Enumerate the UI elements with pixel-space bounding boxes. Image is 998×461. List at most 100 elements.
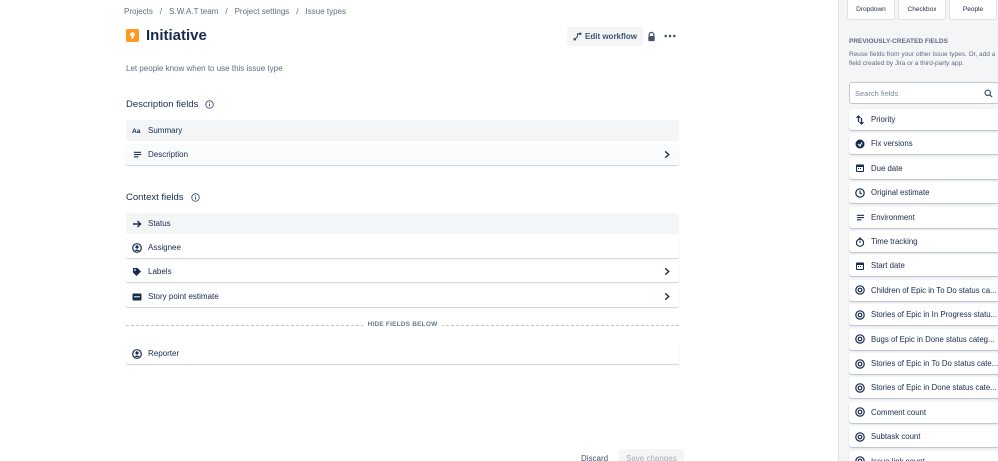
calendar-icon [855, 261, 865, 271]
sidebar-field-label: Priority [871, 115, 896, 124]
sidebar-field-item[interactable]: Comment count [849, 401, 998, 423]
sidebar-field-item[interactable]: Priority [849, 109, 998, 130]
chevron-right-icon [664, 267, 670, 276]
sidebar-field-item[interactable]: Start date [849, 255, 998, 277]
sidebar-field-label: Stories of Epic in Done status cate... [871, 383, 997, 393]
arrow-right-icon [132, 219, 142, 229]
initiative-icon [126, 29, 139, 42]
sidebar-field-item[interactable]: Original estimate [849, 182, 998, 204]
lock-icon [647, 31, 655, 41]
sidebar-field-item[interactable]: Fix versions [849, 133, 998, 155]
field-type-tiles: Dropdown Checkbox People [847, 0, 997, 20]
formula-icon [855, 383, 865, 393]
paragraph-icon [855, 212, 865, 222]
description-fields-heading: Description fields [126, 99, 215, 110]
sidebar-field-item[interactable]: Issue link count [849, 450, 998, 461]
save-changes-button[interactable]: Save changes [619, 449, 684, 461]
context-fields-heading: Context fields [126, 192, 200, 203]
sidebar-field-label: Bugs of Epic in Done status categ... [871, 334, 995, 344]
sidebar-field-label: Issue link count [871, 457, 998, 461]
chevron-right-icon [664, 150, 670, 159]
sidebar-field-label: Fix versions [871, 139, 913, 149]
field-row-assignee[interactable]: Assignee [126, 237, 679, 258]
discard-button[interactable]: Discard [574, 449, 615, 461]
breadcrumb-projects[interactable]: Projects [124, 7, 153, 16]
info-icon[interactable] [205, 100, 215, 109]
breadcrumb-separator: / [159, 7, 163, 16]
field-label: Description [148, 150, 189, 159]
breadcrumb-separator: / [225, 7, 228, 16]
formula-icon [855, 407, 865, 418]
field-type-dropdown[interactable]: Dropdown [847, 0, 895, 20]
breadcrumb: Projects / S.W.A.T team / Project settings / I… [124, 7, 346, 16]
stopwatch-icon [855, 237, 865, 247]
context-fields-title: Context fields [126, 192, 184, 203]
formula-icon [855, 285, 865, 296]
sidebar-field-item[interactable]: Bugs of Epic in Done status categ... [849, 328, 998, 350]
field-type-checkbox[interactable]: Checkbox [898, 0, 946, 20]
field-row-status[interactable]: Status [126, 213, 679, 234]
breadcrumb-issue-types[interactable]: Issue types [306, 7, 346, 16]
ship-icon [855, 139, 865, 149]
tag-icon [132, 267, 142, 277]
priority-icon [855, 114, 865, 125]
chevron-right-icon [664, 292, 670, 301]
sidebar-field-label: Environment [871, 212, 915, 222]
sidebar-field-label: Start date [871, 261, 905, 271]
edit-workflow-label: Edit workflow [585, 32, 637, 41]
svg-text:Aa: Aa [132, 128, 141, 135]
issue-type-description[interactable]: Let people know when to use this issue t… [126, 64, 283, 73]
sidebar-field-label: Due date [871, 163, 903, 173]
field-row-labels[interactable]: Labels [126, 261, 679, 282]
field-row-description[interactable]: Description [126, 144, 679, 165]
field-type-people[interactable]: People [949, 0, 997, 20]
sidebar-field-label: Original estimate [871, 188, 930, 198]
text-format-icon: Aa [132, 126, 142, 136]
field-row-summary[interactable]: Aa Summary [126, 120, 679, 141]
person-icon [132, 242, 142, 253]
sidebar-field-item[interactable]: Stories of Epic in To Do status cate... [849, 353, 998, 374]
number-icon [132, 292, 142, 302]
breadcrumb-settings[interactable]: Project settings [235, 7, 290, 16]
info-icon[interactable] [190, 193, 200, 202]
formula-icon [855, 431, 865, 442]
previous-fields-title: PREVIOUSLY-CREATED FIELDS [849, 38, 948, 45]
sidebar-field-item[interactable]: Stories of Epic in Done status cate... [849, 377, 998, 399]
workflow-icon [573, 32, 582, 41]
field-row-reporter[interactable]: Reporter [126, 343, 679, 364]
search-fields[interactable] [849, 82, 998, 104]
hide-fields-divider[interactable]: HIDE FIELDS BELOW [126, 321, 679, 331]
sidebar-field-item[interactable]: Due date [849, 157, 998, 179]
sidebar-field-label: Time tracking [871, 237, 918, 246]
more-icon [664, 34, 676, 38]
sidebar-field-item[interactable]: Time tracking [849, 231, 998, 252]
title-row: Initiative [126, 27, 207, 44]
sidebar-field-item[interactable]: Subtask count [849, 426, 998, 448]
field-label: Story point estimate [148, 292, 219, 301]
description-fields-title: Description fields [126, 99, 199, 110]
sidebar-field-label: Subtask count [871, 432, 921, 442]
formula-icon [855, 456, 865, 461]
breadcrumb-project[interactable]: S.W.A.T team [169, 7, 218, 16]
search-input[interactable] [855, 88, 975, 98]
sidebar-field-item[interactable]: Environment [849, 206, 998, 228]
search-icon [984, 89, 993, 98]
sidebar-field-item[interactable]: Stories of Epic in In Progress statu... [849, 304, 998, 326]
field-label: Assignee [148, 243, 181, 252]
more-actions-button[interactable] [662, 28, 678, 44]
calendar-icon [855, 163, 865, 173]
formula-icon [855, 358, 865, 369]
formula-icon [855, 309, 865, 320]
sidebar-field-label: Children of Epic in To Do status ca... [871, 285, 997, 295]
main-panel: Projects / S.W.A.T team / Project settings / I… [0, 0, 838, 461]
sidebar-field-item[interactable]: Children of Epic in To Do status ca... [849, 279, 998, 301]
field-row-story-points[interactable]: Story point estimate [126, 286, 679, 307]
field-label: Reporter [148, 349, 180, 358]
lock-button[interactable] [643, 28, 659, 44]
field-label: Status [148, 219, 171, 228]
page-title: Initiative [146, 27, 207, 44]
paragraph-icon [132, 150, 142, 160]
edit-workflow-button[interactable]: Edit workflow [567, 27, 643, 46]
breadcrumb-separator: / [296, 7, 299, 16]
sidebar-field-label: Comment count [871, 407, 927, 417]
